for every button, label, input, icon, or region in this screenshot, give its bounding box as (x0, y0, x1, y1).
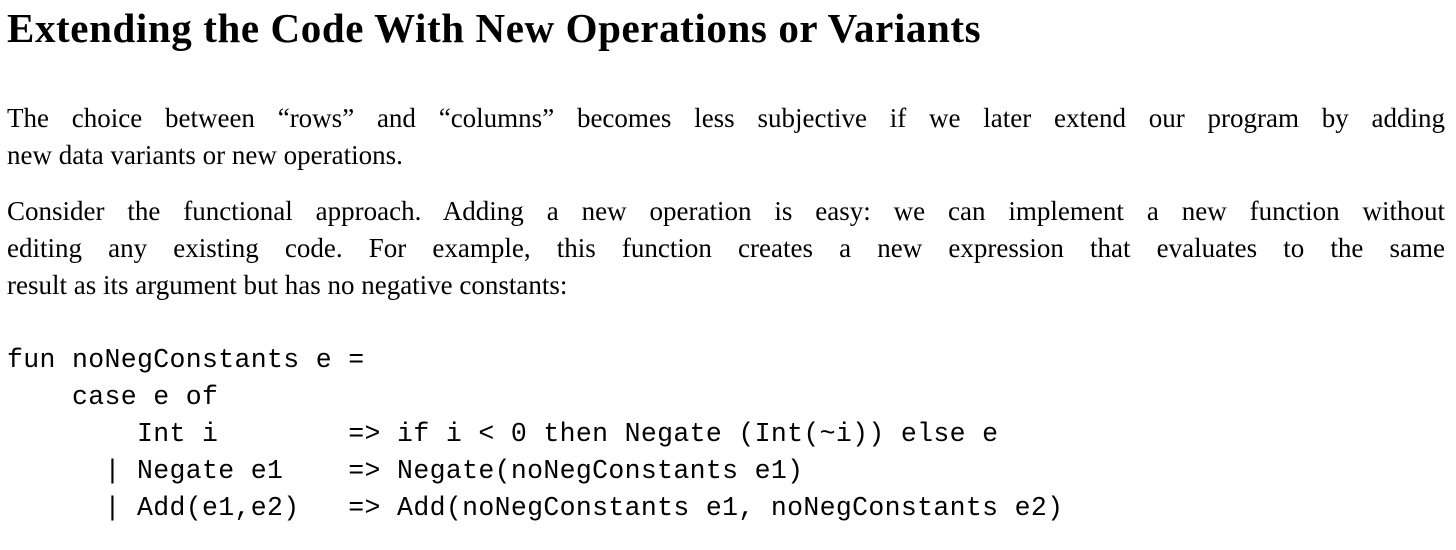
paragraph-line: The choice between “rows” and “columns” … (7, 103, 1445, 133)
code-line: | Add(e1,e2) => Add(noNegConstants e1, n… (7, 493, 1064, 523)
code-block: fun noNegConstants e = case e of Int i =… (7, 342, 1063, 527)
functional-approach-paragraph: Consider the functional approach. Adding… (7, 193, 1445, 304)
paragraph-line: Consider the functional approach. Adding… (7, 196, 1445, 226)
code-line: case e of (7, 382, 219, 412)
paragraph-line: result as its argument but has no negati… (7, 270, 568, 300)
code-line: Int i => if i < 0 then Negate (Int(~i)) … (7, 419, 999, 449)
intro-paragraph: The choice between “rows” and “columns” … (7, 100, 1445, 174)
paragraph-line: new data variants or new operations. (7, 140, 403, 170)
paragraph-line: editing any existing code. For example, … (7, 233, 1445, 263)
section-heading: Extending the Code With New Operations o… (7, 5, 982, 51)
code-line: | Negate e1 => Negate(noNegConstants e1) (7, 456, 804, 486)
code-line: fun noNegConstants e = (7, 345, 365, 375)
